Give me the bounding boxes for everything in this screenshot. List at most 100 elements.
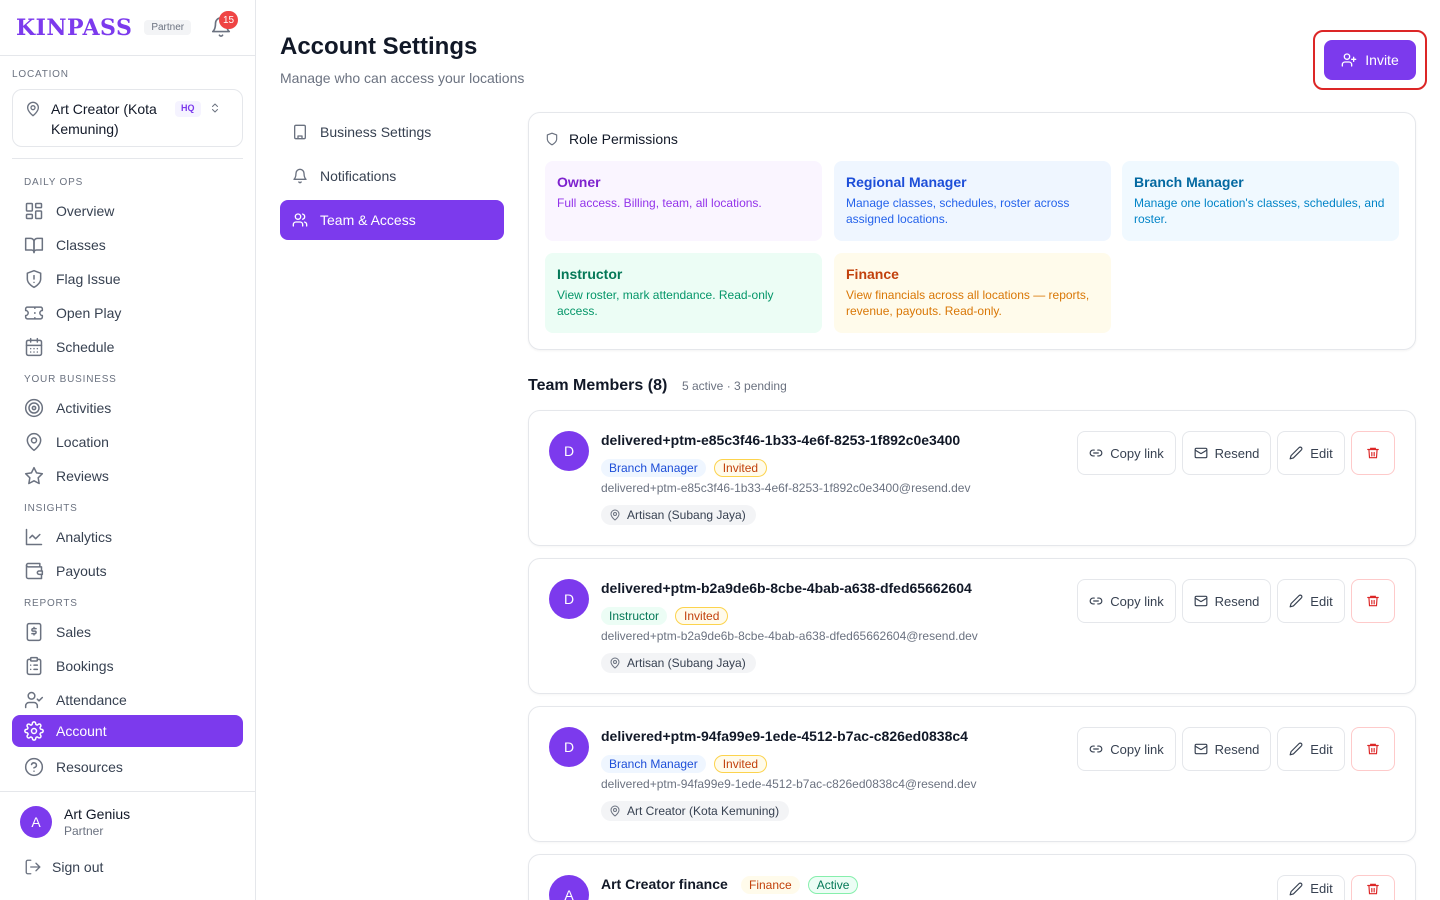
line-chart-icon — [25, 528, 43, 546]
resend-button[interactable]: Resend — [1182, 727, 1271, 771]
member-location: Artisan (Subang Jaya) — [627, 656, 746, 670]
sidebar-item-label: Reviews — [56, 468, 109, 484]
role-badge: Branch Manager — [601, 755, 706, 773]
edit-label: Edit — [1310, 741, 1333, 757]
sidebar-item-overview[interactable]: Overview — [12, 195, 243, 227]
role-card-regional-manager: Regional Manager Manage classes, schedul… — [834, 161, 1111, 241]
role-permissions-card: Role Permissions Owner Full access. Bill… — [528, 112, 1416, 350]
map-pin-icon — [610, 509, 620, 521]
resend-button[interactable]: Resend — [1182, 579, 1271, 623]
user-profile[interactable]: A Art Genius Partner — [20, 805, 130, 839]
sidebar-item-reviews[interactable]: Reviews — [12, 460, 243, 492]
sidebar-item-bookings[interactable]: Bookings — [12, 650, 243, 682]
mail-icon — [1194, 743, 1208, 755]
edit-button[interactable]: Edit — [1277, 431, 1345, 475]
user-plus-icon — [1341, 53, 1357, 67]
member-name: delivered+ptm-94fa99e9-1ede-4512-b7ac-c8… — [601, 728, 968, 744]
member-badges: Branch Manager Invited — [601, 459, 775, 477]
role-badge: Instructor — [601, 607, 668, 625]
sidebar-item-label: Activities — [56, 400, 112, 416]
page-title: Account Settings — [280, 33, 478, 60]
notification-badge: 15 — [219, 11, 239, 29]
copy-link-button[interactable]: Copy link — [1077, 431, 1176, 475]
location-switcher[interactable]: Art Creator (Kota Kemuning) HQ — [12, 89, 243, 147]
delete-button[interactable] — [1351, 579, 1395, 623]
team-members-title: Team Members (8) — [528, 377, 668, 394]
help-circle-icon — [24, 757, 44, 777]
edit-label: Edit — [1310, 593, 1333, 609]
kinpass-logo[interactable]: KINPASS — [16, 15, 132, 41]
tab-notifications[interactable]: Notifications — [280, 156, 504, 196]
sidebar-item-payouts[interactable]: Payouts — [12, 555, 243, 587]
member-location-chip: Artisan (Subang Jaya) — [601, 505, 756, 525]
sidebar-item-label: Resources — [56, 759, 123, 775]
member-email: delivered+ptm-b2a9de6b-8cbe-4bab-a638-df… — [601, 629, 978, 643]
building-icon — [294, 124, 306, 140]
location-name: Art Creator (Kota Kemuning) — [51, 101, 157, 137]
sidebar-item-activities[interactable]: Activities — [12, 392, 243, 424]
trash-icon — [1367, 447, 1379, 459]
sidebar-item-classes[interactable]: Classes — [12, 229, 243, 261]
role-desc: Manage classes, schedules, roster across… — [846, 196, 1070, 226]
status-badge: Invited — [675, 607, 729, 625]
sidebar-item-label: Sales — [56, 624, 92, 640]
page-subtitle: Manage who can access your locations — [280, 70, 525, 86]
receipt-dollar-icon — [26, 622, 42, 642]
avatar: A — [20, 806, 52, 838]
sign-out-button[interactable]: Sign out — [24, 858, 103, 876]
log-out-icon — [25, 859, 41, 875]
sign-out-label: Sign out — [52, 859, 104, 875]
sidebar-divider — [12, 158, 243, 159]
users-icon — [292, 213, 308, 227]
location-label: LOCATION — [12, 69, 69, 80]
delete-button[interactable] — [1351, 875, 1395, 900]
sidebar-item-label: Bookings — [56, 658, 114, 674]
member-location: Art Creator (Kota Kemuning) — [627, 804, 780, 818]
role-desc: View roster, mark attendance. Read-only … — [557, 288, 774, 318]
user-name: Art Genius — [64, 806, 131, 822]
sidebar-item-label: Location — [56, 434, 109, 450]
sidebar-item-analytics[interactable]: Analytics — [12, 521, 243, 553]
sidebar-item-sales[interactable]: Sales — [12, 616, 243, 648]
edit-button[interactable]: Edit — [1277, 579, 1345, 623]
sidebar-item-resources[interactable]: Resources — [12, 751, 243, 783]
link-icon — [1089, 745, 1103, 753]
member-badges: Branch Manager Invited — [601, 755, 775, 773]
role-badge: Branch Manager — [601, 459, 706, 477]
invite-button[interactable]: Invite — [1324, 40, 1416, 80]
book-open-icon — [24, 237, 44, 254]
copy-link-button[interactable]: Copy link — [1077, 727, 1176, 771]
resend-button[interactable]: Resend — [1182, 431, 1271, 475]
member-location: Artisan (Subang Jaya) — [627, 508, 746, 522]
sidebar-item-label: Classes — [56, 237, 106, 253]
tab-label: Business Settings — [320, 124, 432, 140]
role-name: Finance — [846, 266, 899, 282]
pencil-icon — [1289, 594, 1303, 608]
role-card-owner: Owner Full access. Billing, team, all lo… — [545, 161, 822, 241]
target-icon — [24, 398, 44, 418]
delete-button[interactable] — [1351, 431, 1395, 475]
sidebar-item-location[interactable]: Location — [12, 426, 243, 458]
sidebar-item-account[interactable]: Account — [12, 715, 243, 747]
section-reports: REPORTS — [24, 598, 78, 609]
chevrons-up-down-icon — [209, 100, 221, 116]
edit-label: Edit — [1310, 881, 1333, 896]
trash-icon — [1367, 883, 1379, 894]
sidebar-item-attendance[interactable]: Attendance — [12, 684, 243, 716]
sidebar-item-flag-issue[interactable]: Flag Issue — [12, 263, 243, 295]
edit-button[interactable]: Edit — [1277, 727, 1345, 771]
tab-label: Notifications — [320, 168, 397, 184]
clipboard-list-icon — [26, 656, 42, 676]
tab-business-settings[interactable]: Business Settings — [280, 112, 504, 152]
copy-link-button[interactable]: Copy link — [1077, 579, 1176, 623]
edit-button[interactable]: Edit — [1277, 875, 1345, 900]
delete-button[interactable] — [1351, 727, 1395, 771]
sidebar-item-open-play[interactable]: Open Play — [12, 297, 243, 329]
edit-label: Edit — [1310, 445, 1333, 461]
member-email: delivered+ptm-e85c3f46-1b33-4e6f-8253-1f… — [601, 481, 971, 495]
sidebar-item-label: Account — [56, 723, 107, 739]
tab-team-access[interactable]: Team & Access — [280, 200, 504, 240]
sidebar-item-schedule[interactable]: Schedule — [12, 331, 243, 363]
member-card: A Art Creator finance Finance Active Edi… — [528, 854, 1416, 900]
member-avatar: D — [549, 431, 589, 471]
